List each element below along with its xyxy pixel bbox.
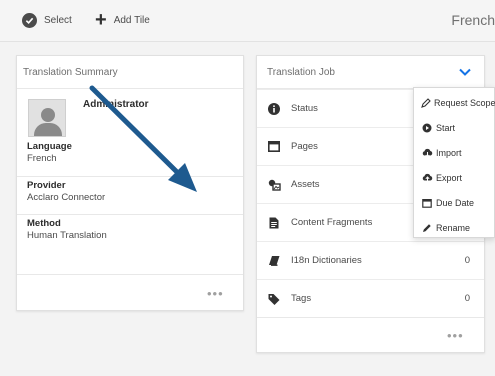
job-card-title: Translation Job — [257, 56, 484, 89]
job-row-label: Content Fragments — [291, 217, 373, 228]
job-row-count: 0 — [464, 255, 470, 266]
job-row-label: Pages — [291, 141, 318, 152]
avatar — [28, 99, 66, 137]
checkmark-icon — [22, 13, 37, 28]
method-value: Human Translation — [27, 230, 107, 241]
pencil-icon — [421, 97, 431, 108]
translation-summary-card: Translation Summary Administrator Langua… — [16, 55, 244, 311]
language-label: Language — [27, 141, 72, 152]
assets-icon — [257, 179, 291, 191]
job-more-actions-button[interactable]: ••• — [447, 328, 464, 343]
menu-item-due-date[interactable]: Due Date — [414, 190, 494, 215]
provider-field: Provider Acclaro Connector — [27, 180, 105, 204]
plus-icon: + — [95, 9, 107, 31]
job-actions-menu: Request Scope Start Import Export Due Da… — [413, 87, 495, 238]
summary-card-title: Translation Summary — [17, 56, 243, 89]
menu-item-label: Start — [436, 122, 456, 133]
method-label: Method — [27, 218, 61, 229]
user-name: Administrator — [83, 99, 149, 110]
job-row-label: Assets — [291, 179, 320, 190]
toolbar: Select + Add Tile French — [0, 0, 495, 42]
cloud-upload-icon — [421, 173, 433, 183]
page-language: French — [451, 12, 495, 28]
select-button[interactable]: Select — [22, 13, 72, 28]
info-icon — [257, 102, 291, 115]
menu-item-request-scope[interactable]: Request Scope — [414, 90, 495, 115]
divider — [17, 176, 243, 177]
play-icon — [421, 123, 433, 133]
calendar-icon — [421, 198, 433, 208]
job-row-label: I18n Dictionaries — [291, 255, 362, 266]
menu-item-start[interactable]: Start — [414, 115, 494, 140]
job-row-label: Tags — [291, 293, 312, 304]
add-tile-label: Add Tile — [113, 14, 150, 26]
document-icon — [257, 217, 291, 229]
divider — [17, 214, 243, 215]
menu-item-label: Rename — [436, 222, 471, 233]
menu-item-export[interactable]: Export — [414, 165, 494, 190]
provider-label: Provider — [27, 180, 66, 191]
divider — [257, 317, 484, 318]
job-row-tags[interactable]: Tags 0 — [257, 279, 484, 317]
menu-item-import[interactable]: Import — [414, 140, 494, 165]
menu-item-rename[interactable]: Rename — [414, 215, 494, 240]
job-row-count: 0 — [464, 293, 470, 304]
menu-item-label: Export — [436, 172, 463, 183]
language-value: French — [27, 153, 57, 164]
divider — [17, 274, 243, 275]
pages-icon — [257, 141, 291, 152]
select-label: Select — [44, 15, 72, 26]
cloud-download-icon — [421, 148, 433, 158]
menu-item-label: Import — [436, 147, 462, 158]
chevron-down-icon[interactable] — [458, 65, 472, 79]
method-field: Method Human Translation — [27, 218, 107, 242]
language-field: Language French — [27, 141, 72, 165]
edit-icon — [421, 223, 433, 233]
job-row-label: Status — [291, 103, 318, 114]
job-row-i18n-dictionaries[interactable]: I18n Dictionaries 0 — [257, 241, 484, 279]
provider-value: Acclaro Connector — [27, 192, 106, 203]
menu-item-label: Request Scope — [434, 97, 495, 108]
tag-icon — [257, 293, 291, 305]
summary-more-actions-button[interactable]: ••• — [207, 286, 224, 301]
dictionary-icon — [257, 255, 291, 266]
menu-item-label: Due Date — [436, 197, 475, 208]
add-tile-button[interactable]: + Add Tile — [95, 9, 150, 31]
